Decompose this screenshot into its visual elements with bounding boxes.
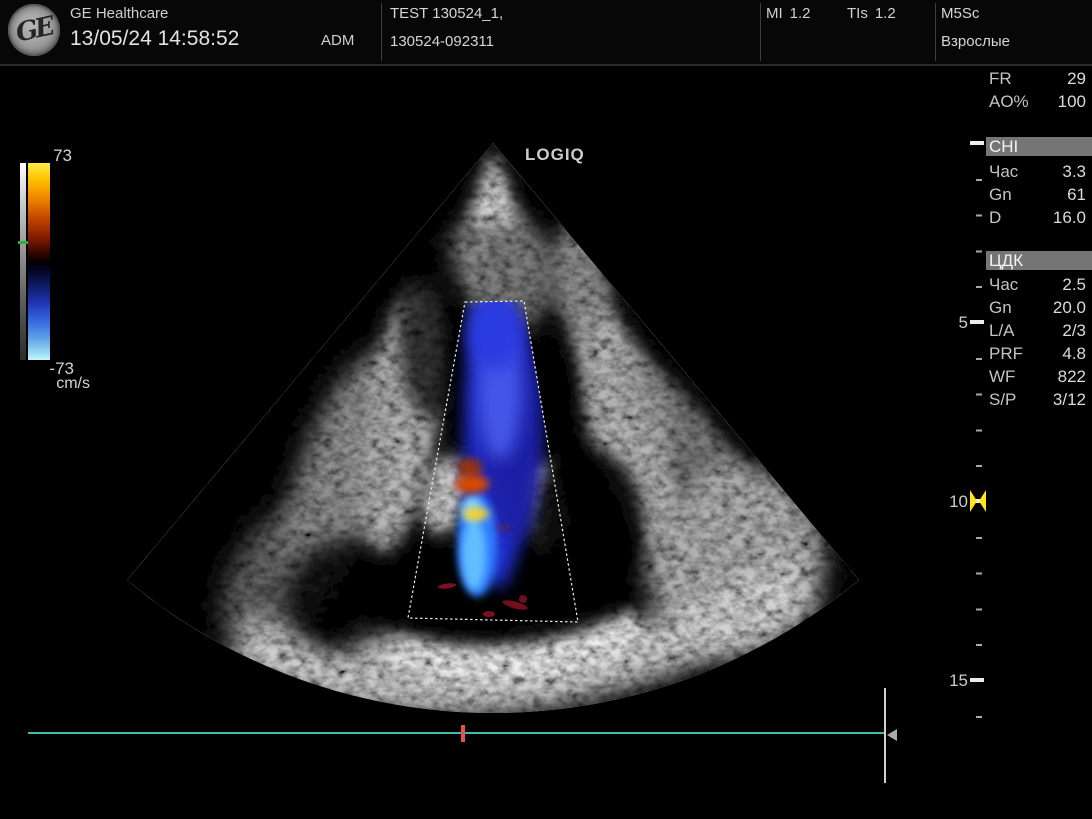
param-row: D16.0	[986, 206, 1088, 229]
header-bar: GE GE Healthcare 13/05/24 14:58:52 ADM T…	[0, 0, 1092, 66]
timeline-arrow-icon[interactable]	[887, 729, 897, 741]
param-row: S/P3/12	[986, 388, 1088, 411]
timeline-end-line	[884, 688, 886, 783]
machine-model-label: LOGIQ	[525, 145, 585, 165]
doppler-color-bar	[28, 163, 50, 360]
scale-unit-label: cm/s	[40, 375, 90, 393]
bmode-params: Час3.3 Gn61 D16.0	[986, 160, 1088, 229]
patient-id: 130524-092311	[390, 33, 494, 50]
color-mode-params: Час2.5 Gn20.0 L/A2/3 PRF4.8 WF822 S/P3/1…	[986, 273, 1088, 411]
header-divider	[935, 3, 936, 61]
ruler-major-tick	[970, 678, 984, 682]
exam-preset[interactable]: Взрослые	[941, 33, 1010, 50]
ultrasound-image	[0, 0, 1092, 819]
brand-label: GE Healthcare	[70, 5, 168, 22]
ruler-label-5: 5	[938, 313, 968, 333]
focus-marker-icon[interactable]	[969, 489, 987, 513]
param-row: Gn61	[986, 183, 1088, 206]
param-row: PRF4.8	[986, 342, 1088, 365]
cine-position-marker[interactable]	[461, 725, 465, 742]
ultrasound-screen: GE GE Healthcare 13/05/24 14:58:52 ADM T…	[0, 0, 1092, 819]
grayscale-map-bar	[20, 163, 26, 360]
color-mode-section-header: ЦДК	[986, 251, 1092, 270]
baseline-tick	[18, 241, 28, 244]
operator-id: ADM	[321, 32, 354, 49]
datetime-label: 13/05/24 14:58:52	[70, 27, 239, 51]
probe-name[interactable]: M5Sc	[941, 5, 979, 22]
ruler-label-10: 10	[938, 492, 968, 512]
param-row: L/A2/3	[986, 319, 1088, 342]
status-params: FR29 AO%100	[986, 67, 1088, 113]
param-row: Час3.3	[986, 160, 1088, 183]
ruler-label-15: 15	[938, 671, 968, 691]
ruler-major-tick	[970, 320, 984, 324]
mi-indicator: MI1.2	[766, 5, 811, 22]
ruler-major-tick	[970, 141, 984, 145]
tis-indicator: TIs1.2	[847, 5, 896, 22]
param-row-ao: AO%100	[986, 90, 1088, 113]
patient-name[interactable]: TEST 130524_1,	[390, 5, 503, 22]
cine-timeline[interactable]	[28, 732, 884, 734]
ge-logo-icon: GE	[8, 4, 60, 56]
param-row: Gn20.0	[986, 296, 1088, 319]
param-row-fr: FR29	[986, 67, 1088, 90]
bmode-section-header: CHI	[986, 137, 1092, 156]
param-row: Час2.5	[986, 273, 1088, 296]
header-divider	[381, 3, 382, 61]
param-row: WF822	[986, 365, 1088, 388]
ruler-cm-ticks	[976, 143, 982, 721]
header-divider	[760, 3, 761, 61]
